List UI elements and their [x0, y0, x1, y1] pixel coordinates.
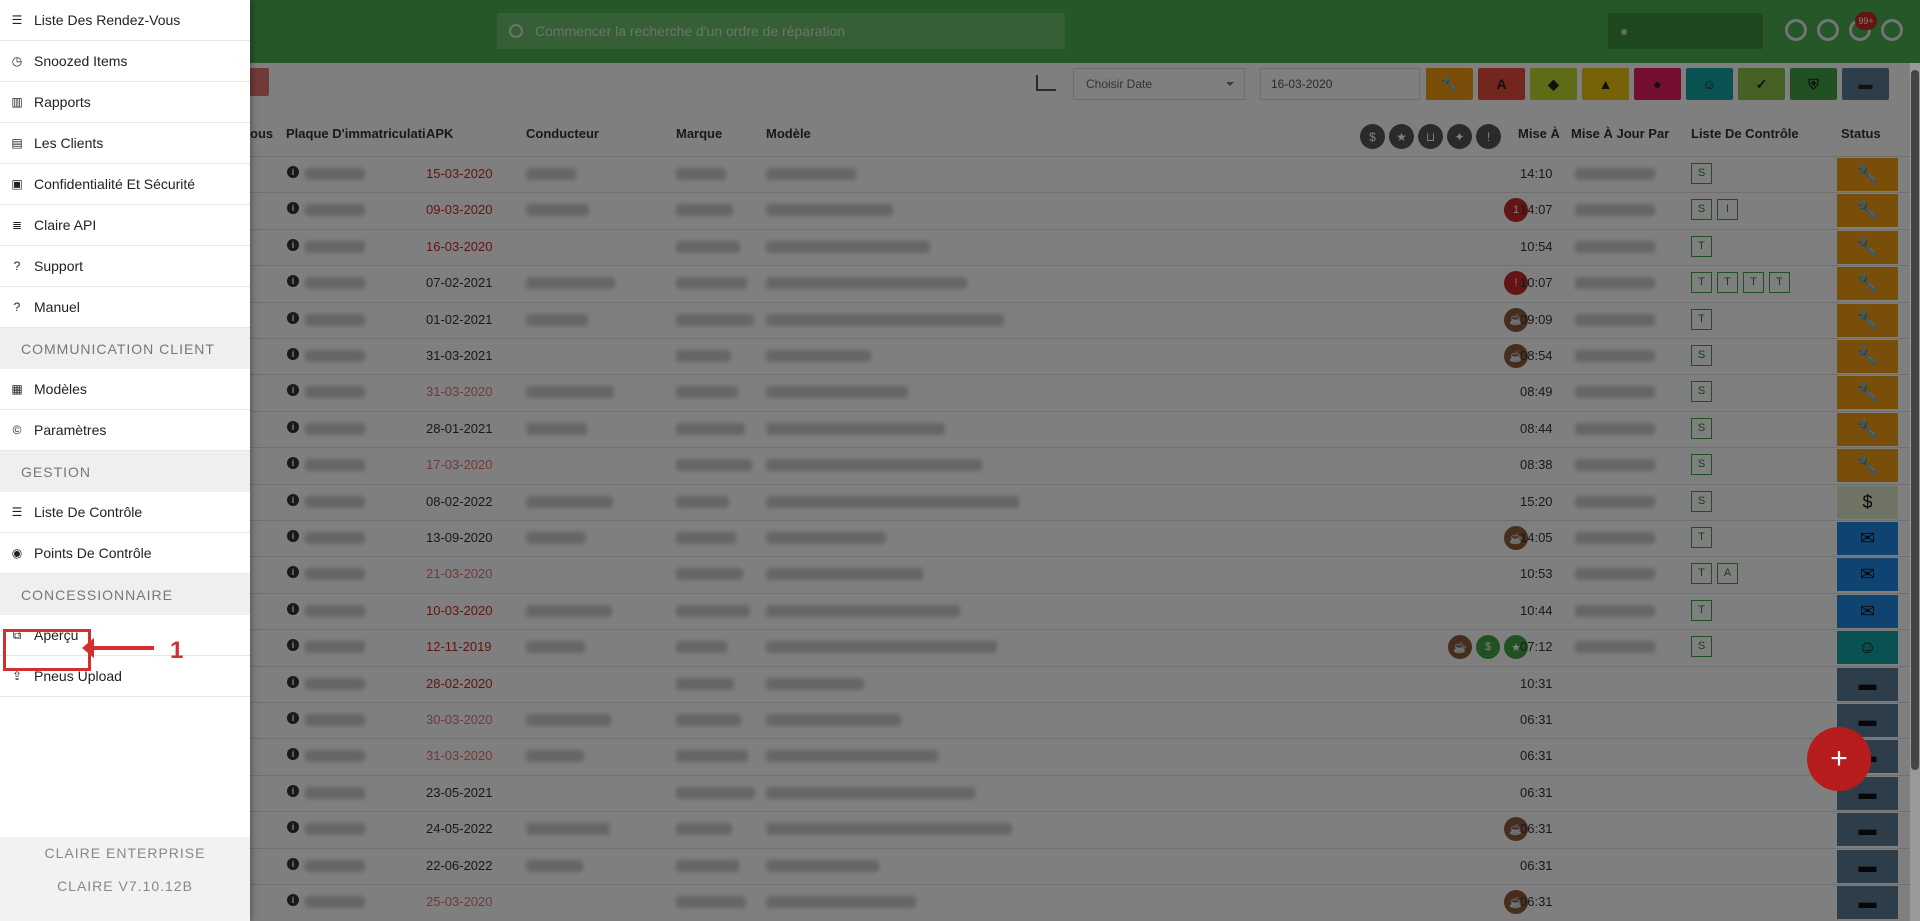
modal-overlay[interactable]: [0, 0, 1920, 921]
sidebar-item-label: Modèles: [34, 381, 87, 397]
section-gestion: GESTION: [0, 451, 250, 492]
sidebar-item-rapports[interactable]: ▥ Rapports: [0, 82, 250, 123]
sidebar-item-manuel[interactable]: ? Manuel: [0, 287, 250, 328]
add-fab-button[interactable]: +: [1807, 727, 1871, 791]
film-icon: ▦: [11, 382, 23, 396]
scrollbar-thumb[interactable]: [1911, 70, 1919, 770]
sidebar-item-liste-des-rendez-vous[interactable]: ☰ Liste Des Rendez-Vous: [0, 0, 250, 41]
sidebar-item-confidentialit-et-s-curit-[interactable]: ▣ Confidentialité Et Sécurité: [0, 164, 250, 205]
sidebar-item-label: Manuel: [34, 299, 80, 315]
app: Commencer la recherche d'un ordre de rép…: [0, 0, 1920, 921]
sidebar-item-snoozed-items[interactable]: ◷ Snoozed Items: [0, 41, 250, 82]
annotation-number: 1: [170, 637, 184, 664]
list-icon: ☰: [11, 13, 23, 27]
sidebar-item-label: Support: [34, 258, 84, 274]
sidebar-item-label: Points De Contrôle: [34, 545, 152, 561]
sidebar-item-label: Snoozed Items: [34, 53, 128, 69]
sidebar-item-param-tres[interactable]: © Paramètres: [0, 410, 250, 451]
annotation-highlight-box: [3, 629, 91, 671]
annotation-arrow: [82, 638, 154, 658]
sidebar-footer: CLAIRE ENTERPRISE CLAIRE V7.10.12B: [0, 837, 250, 921]
bar-chart-icon: ▥: [11, 95, 23, 109]
sidebar-item-label: Rapports: [34, 94, 91, 110]
list-icon: ☰: [11, 505, 23, 519]
upload-icon: ⇪: [11, 669, 23, 683]
id-card-icon: ▤: [11, 136, 23, 150]
section-communication: COMMUNICATION CLIENT: [0, 328, 250, 369]
section-concessionnaire: CONCESSIONNAIRE: [0, 574, 250, 615]
sidebar-item-points-de-contr-le[interactable]: ◉ Points De Contrôle: [0, 533, 250, 574]
sidebar-item-les-clients[interactable]: ▤ Les Clients: [0, 123, 250, 164]
sidebar-item-label: Les Clients: [34, 135, 104, 151]
server-icon: ≣: [11, 218, 23, 232]
sidebar-item-label: Liste De Contrôle: [34, 504, 143, 520]
sidebar: ☰ Liste Des Rendez-Vous ◷ Snoozed Items ▥ Rap…: [0, 0, 250, 921]
footer-edition: CLAIRE ENTERPRISE: [44, 845, 206, 861]
sidebar-item-liste-de-contr-le[interactable]: ☰ Liste De Contrôle: [0, 492, 250, 533]
sidebar-item-label: Claire API: [34, 217, 97, 233]
sidebar-item-label: Confidentialité Et Sécurité: [34, 176, 196, 192]
sidebar-item-claire-api[interactable]: ≣ Claire API: [0, 205, 250, 246]
comment-icon: ◉: [11, 546, 23, 560]
footer-version: CLAIRE V7.10.12B: [57, 878, 193, 894]
sidebar-item-mod-les[interactable]: ▦ Modèles: [0, 369, 250, 410]
question-circle-icon: ?: [13, 259, 21, 273]
clock-icon: ◷: [11, 54, 23, 68]
sidebar-item-label: Paramètres: [34, 422, 107, 438]
copyright-icon: ©: [12, 423, 22, 437]
question-icon: ?: [13, 300, 21, 314]
lock-icon: ▣: [11, 177, 23, 191]
sidebar-item-support[interactable]: ? Support: [0, 246, 250, 287]
sidebar-item-label: Liste Des Rendez-Vous: [34, 12, 181, 28]
